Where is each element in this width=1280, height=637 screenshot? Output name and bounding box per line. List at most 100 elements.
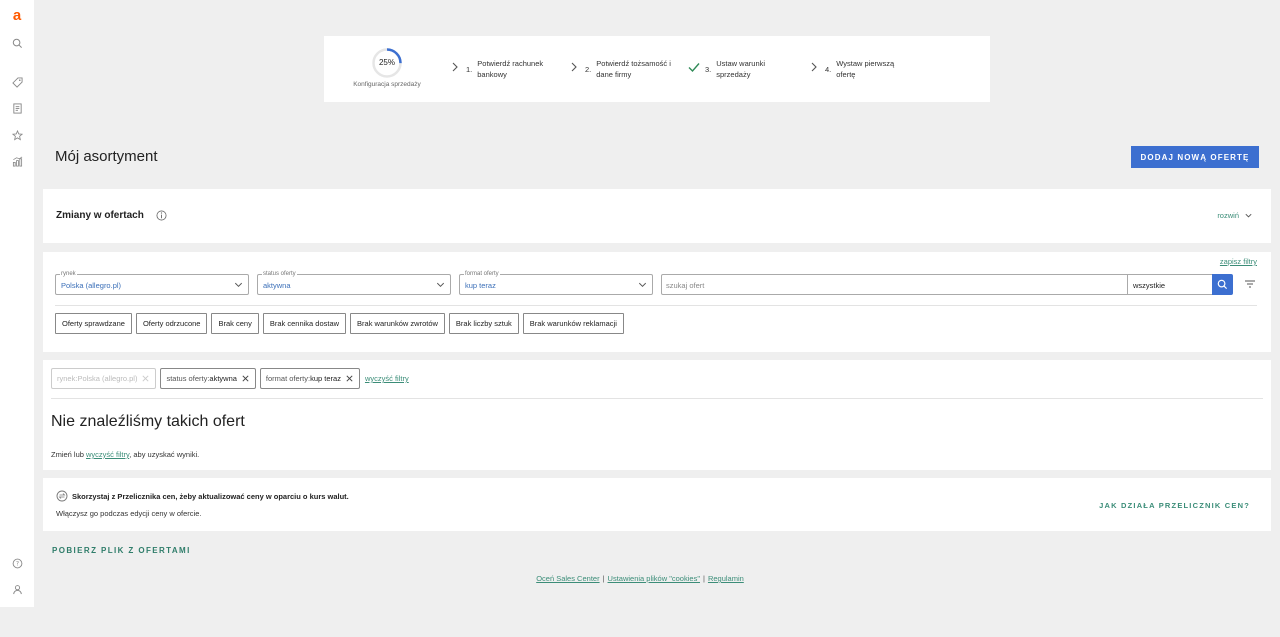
format-select[interactable]: format oferty kup teraz: [459, 270, 653, 295]
active-filter-tag-format: format oferty: kup teraz: [259, 368, 360, 389]
chip-no-return-policy[interactable]: Brak warunków zwrotów: [350, 313, 445, 334]
step-bank-account[interactable]: 1. Potwierdź rachunek bankowy: [448, 58, 553, 80]
onboarding-progress: 25% Konfiguracja sprzedaży 1. Potwierdź …: [324, 36, 990, 102]
expand-toggle[interactable]: rozwiń: [1217, 211, 1253, 220]
offer-changes-panel: Zmiany w ofertach rozwiń: [43, 189, 1271, 243]
empty-state-hint: Zmień lub wyczyść filtry, aby uzyskać wy…: [51, 450, 199, 459]
info-icon[interactable]: [156, 210, 167, 221]
chevron-down-icon: [638, 282, 647, 287]
active-filter-tags: rynek: Polska (allegro.pl) status oferty…: [51, 368, 409, 389]
page-title: Mój asortyment: [55, 148, 158, 165]
progress-percent: 25%: [378, 58, 395, 67]
close-icon[interactable]: [241, 374, 250, 383]
chip-no-complaint-policy[interactable]: Brak warunków reklamacji: [522, 313, 624, 334]
svg-text:?: ?: [15, 560, 18, 567]
filters-panel: zapisz filtry rynek Polska (allegro.pl) …: [43, 252, 1271, 352]
step-label: Potwierdź tożsamość i dane firmy: [596, 59, 671, 79]
step-sales-terms[interactable]: 3. Ustaw warunki sprzedaży: [687, 58, 792, 80]
divider: [55, 305, 1257, 306]
search-scope-select[interactable]: wszystkie: [1133, 281, 1165, 290]
tag-value: aktywna: [209, 374, 237, 383]
tag-icon[interactable]: [9, 74, 25, 90]
offer-changes-title: Zmiany w ofertach: [56, 210, 144, 221]
empty-state-title: Nie znaleźliśmy takich ofert: [51, 413, 245, 430]
status-select[interactable]: status oferty aktywna: [257, 270, 451, 295]
chevron-down-icon: [436, 282, 445, 287]
expand-label: rozwiń: [1217, 211, 1239, 220]
status-select-label: status oferty: [262, 270, 297, 278]
tag-value: Polska (allegro.pl): [77, 374, 138, 383]
results-panel: rynek: Polska (allegro.pl) status oferty…: [43, 360, 1271, 470]
footer-separator: |: [702, 574, 705, 583]
step-number: 4.: [825, 65, 832, 74]
format-select-value: kup teraz: [465, 281, 496, 290]
search-divider: [1127, 275, 1128, 294]
converter-info-link[interactable]: JAK DZIAŁA PRZELICZNIK CEN?: [1099, 501, 1250, 510]
search-input[interactable]: szukaj ofert: [666, 281, 704, 290]
download-offers-file-link[interactable]: POBIERZ PLIK Z OFERTAMI: [52, 546, 191, 555]
tag-key: format oferty:: [265, 374, 311, 383]
converter-subtitle: Włączysz go podczas edycji ceny w oferci…: [56, 509, 202, 518]
tag-key: rynek:: [57, 374, 78, 383]
filter-icon[interactable]: [1243, 277, 1257, 291]
offer-search: szukaj ofert wszystkie: [661, 274, 1232, 295]
chevron-right-icon: [452, 62, 458, 72]
status-select-value: aktywna: [263, 281, 291, 290]
search-button[interactable]: [1212, 274, 1233, 295]
clear-filters-link[interactable]: wyczyść filtry: [365, 374, 409, 383]
footer: Oceń Sales Center | Ustawienia plików "coo…: [0, 574, 1280, 583]
chevron-down-icon: [234, 282, 243, 287]
chip-no-shipping-rates[interactable]: Brak cennika dostaw: [262, 313, 347, 334]
chip-checked-offers[interactable]: Oferty sprawdzane: [55, 313, 132, 334]
star-icon[interactable]: [9, 127, 25, 143]
step-first-offer[interactable]: 4. Wystaw pierwszą ofertę: [807, 58, 912, 80]
step-label: Wystaw pierwszą ofertę: [836, 59, 895, 79]
step-identity[interactable]: 2. Potwierdź tożsamość i dane firmy: [567, 58, 672, 80]
market-select[interactable]: rynek Polska (allegro.pl): [55, 270, 249, 295]
help-icon[interactable]: ?: [9, 555, 25, 571]
chip-no-quantity[interactable]: Brak liczby sztuk: [448, 313, 519, 334]
checkmark-icon: [688, 63, 700, 73]
progress-caption: Konfiguracja sprzedaży: [353, 81, 421, 88]
hint-text: Zmień lub: [51, 450, 87, 459]
chip-rejected-offers[interactable]: Oferty odrzucone: [135, 313, 208, 334]
step-number: 1.: [466, 65, 473, 74]
chevron-right-icon: [811, 62, 817, 72]
rate-sales-center-link[interactable]: Oceń Sales Center: [536, 574, 599, 583]
close-icon[interactable]: [345, 374, 354, 383]
clear-filters-inline-link[interactable]: wyczyść filtry: [86, 450, 129, 459]
active-filter-tag-status: status oferty: aktywna: [160, 368, 256, 389]
step-label: Potwierdź rachunek bankowy: [477, 59, 544, 79]
step-number: 3.: [705, 65, 712, 74]
step-number: 2.: [585, 65, 592, 74]
save-filters-link[interactable]: zapisz filtry: [1220, 257, 1257, 266]
market-select-value: Polska (allegro.pl): [61, 281, 122, 290]
sidebar: a ?: [0, 0, 34, 607]
step-label: Ustaw warunki sprzedaży: [716, 59, 766, 79]
tag-key: status oferty:: [166, 374, 210, 383]
search-icon: [1217, 279, 1228, 290]
chevron-down-icon: [1245, 213, 1252, 218]
currency-exchange-icon: [56, 490, 68, 502]
hint-text: , aby uzyskać wyniki.: [129, 450, 200, 459]
price-converter-banner: Skorzystaj z Przelicznika cen, żeby aktu…: [43, 478, 1271, 531]
tag-value: kup teraz: [310, 374, 341, 383]
search-icon[interactable]: [9, 35, 25, 51]
cookie-settings-link[interactable]: Ustawienia plików "cookies": [608, 574, 700, 583]
allegro-logo[interactable]: a: [9, 7, 25, 24]
footer-separator: |: [602, 574, 605, 583]
terms-link[interactable]: Regulamin: [708, 574, 744, 583]
converter-title: Skorzystaj z Przelicznika cen, żeby aktu…: [72, 492, 349, 501]
market-select-label: rynek: [60, 270, 77, 278]
chevron-right-icon: [571, 62, 577, 72]
quick-filter-chips: Oferty sprawdzane Oferty odrzucone Brak …: [55, 313, 624, 334]
orders-icon[interactable]: [9, 100, 25, 116]
active-filter-tag-market: rynek: Polska (allegro.pl): [51, 368, 157, 389]
close-icon: [142, 375, 150, 382]
add-offer-button[interactable]: DODAJ NOWĄ OFERTĘ: [1131, 146, 1259, 168]
user-icon[interactable]: [9, 581, 25, 597]
divider: [51, 398, 1263, 399]
chip-no-price[interactable]: Brak ceny: [211, 313, 259, 334]
stats-icon[interactable]: [9, 153, 25, 169]
format-select-label: format oferty: [464, 270, 500, 278]
